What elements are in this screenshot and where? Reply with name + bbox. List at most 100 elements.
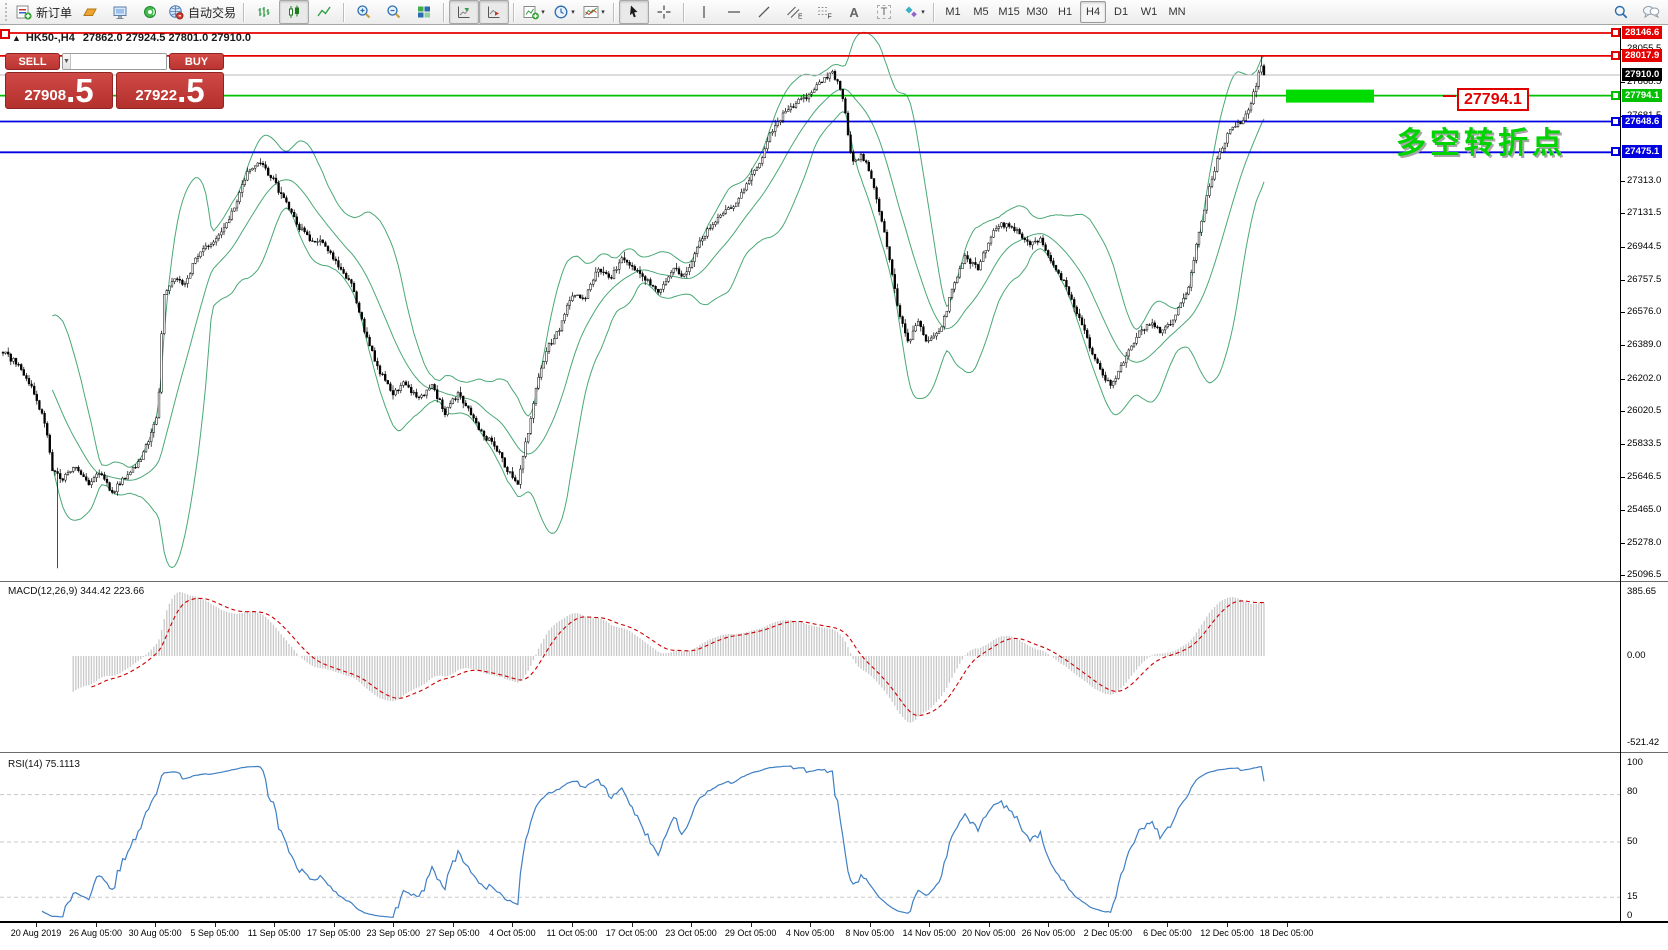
date-tick-label: 12 Dec 05:00 [1200, 928, 1254, 938]
price-chart-canvas[interactable] [0, 28, 1620, 581]
chevron-down-icon[interactable]: ▾ [571, 8, 575, 16]
chevron-down-icon[interactable]: ▾ [601, 8, 605, 16]
macd-axis-label: 385.65 [1627, 586, 1656, 597]
search-button[interactable] [1606, 0, 1636, 24]
volume-input[interactable] [71, 54, 167, 69]
level-line-anchor[interactable] [1611, 117, 1620, 126]
sell-price-panel[interactable]: 27908 .5 [5, 72, 113, 109]
date-tick-mark [393, 923, 394, 927]
date-tick-label: 11 Oct 05:00 [547, 928, 598, 938]
date-tick-label: 17 Sep 05:00 [307, 928, 361, 938]
tile-windows-icon [416, 4, 432, 20]
text-tool-icon: A [849, 5, 858, 20]
date-tick-label: 27 Sep 05:00 [426, 928, 480, 938]
volume-down-button[interactable]: ▼ [63, 54, 71, 69]
price-callout-label[interactable]: 27794.1 [1457, 88, 1529, 111]
date-tick-mark [36, 923, 37, 927]
date-tick-mark [512, 923, 513, 927]
new-chart-button[interactable]: ▾ [519, 0, 549, 24]
tile-windows-button[interactable] [409, 0, 439, 24]
shapes-icon [903, 4, 919, 20]
svg-text:F: F [828, 14, 832, 21]
date-tick-mark [215, 923, 216, 927]
vertical-line-tool-button[interactable] [689, 0, 719, 24]
date-tick-label: 14 Nov 05:00 [902, 928, 956, 938]
chart-shift-button[interactable] [449, 0, 479, 24]
price-tick-label: 25096.5 [1627, 569, 1661, 580]
candlestick-mode-button[interactable] [279, 0, 309, 24]
level-line-anchor[interactable] [1611, 147, 1620, 156]
buy-price-panel[interactable]: 27922 .5 [116, 72, 224, 109]
date-tick-label: 20 Nov 05:00 [962, 928, 1016, 938]
equidistant-channel-tool-button[interactable]: E [779, 0, 809, 24]
chart-area[interactable]: ▲HK50-,H427862.0 27924.5 27801.0 27910.0… [0, 26, 1668, 950]
date-tick-mark [96, 923, 97, 927]
trendline-tool-button[interactable] [749, 0, 779, 24]
rsi-label: RSI(14) 75.1113 [8, 759, 80, 770]
indicators-button[interactable]: ▾ [579, 0, 609, 24]
timeframe-m5[interactable]: M5 [968, 1, 994, 23]
date-tick-label: 5 Sep 05:00 [190, 928, 239, 938]
annotation-text[interactable]: 多空转折点 [1396, 118, 1566, 162]
data-window-button[interactable] [105, 0, 135, 24]
market-watch-button[interactable] [75, 0, 105, 24]
indicators-icon [583, 4, 599, 20]
timeframe-d1[interactable]: D1 [1108, 1, 1134, 23]
level-line-anchor[interactable] [1611, 28, 1620, 37]
horizontal-line-tool-button[interactable] [719, 0, 749, 24]
autotrading-button[interactable]: 自动交易 [165, 0, 239, 24]
timeframe-m30[interactable]: M30 [1024, 1, 1050, 23]
timeframe-h4[interactable]: H4 [1080, 1, 1106, 23]
chevron-down-icon[interactable]: ▾ [541, 8, 545, 16]
new-chart-icon [523, 4, 539, 20]
text-label-tool-button[interactable]: T [869, 0, 899, 24]
zoom-out-button[interactable] [379, 0, 409, 24]
date-tick-label: 26 Nov 05:00 [1022, 928, 1076, 938]
timeframe-w1[interactable]: W1 [1136, 1, 1162, 23]
text-tool-button[interactable]: A [839, 0, 869, 24]
timeframe-h1[interactable]: H1 [1052, 1, 1078, 23]
strategy-tester-button[interactable] [135, 0, 165, 24]
periodicity-button[interactable]: ▾ [549, 0, 579, 24]
level-line-anchor[interactable] [1611, 51, 1620, 60]
price-tick-mark [1620, 213, 1625, 214]
zoom-in-icon [356, 4, 372, 20]
cursor-tool-button[interactable] [619, 0, 649, 24]
level-line-anchor[interactable] [1611, 91, 1620, 100]
zoom-in-button[interactable] [349, 0, 379, 24]
price-tick-mark [1620, 379, 1625, 380]
rsi-panel-canvas[interactable] [0, 755, 1620, 921]
price-tick-mark [1620, 181, 1625, 182]
fibonacci-tool-button[interactable]: F [809, 0, 839, 24]
price-tick-label: 26944.5 [1627, 241, 1661, 252]
crosshair-tool-button[interactable] [649, 0, 679, 24]
line-anchor-marker[interactable] [0, 29, 10, 39]
sell-button[interactable]: SELL [5, 53, 60, 70]
terminal-icon [112, 4, 128, 20]
toolbar-separator [933, 3, 935, 22]
toolbar-separator [443, 3, 445, 22]
price-tick-label: 25833.5 [1627, 438, 1661, 449]
buy-button[interactable]: BUY [169, 53, 224, 70]
timeframe-m1[interactable]: M1 [940, 1, 966, 23]
date-tick-label: 17 Oct 05:00 [606, 928, 658, 938]
auto-scroll-button[interactable] [479, 0, 509, 24]
date-tick-label: 20 Aug 2019 [11, 928, 62, 938]
timeframe-mn[interactable]: MN [1164, 1, 1190, 23]
date-tick-label: 4 Nov 05:00 [786, 928, 835, 938]
chevron-down-icon[interactable]: ▾ [921, 8, 925, 16]
new-order-button[interactable]: 新订单 [13, 0, 75, 24]
line-chart-icon [316, 4, 332, 20]
timeframe-m15[interactable]: M15 [996, 1, 1022, 23]
trendline-icon [756, 4, 772, 20]
arrows-tool-button[interactable]: ▾ [899, 0, 929, 24]
line-chart-mode-button[interactable] [309, 0, 339, 24]
community-chat-button[interactable] [1636, 0, 1666, 24]
macd-panel-canvas[interactable] [0, 584, 1620, 752]
channel-icon: E [786, 4, 802, 20]
date-tick-label: 26 Aug 05:00 [69, 928, 122, 938]
sell-price-main: 27908 [24, 87, 66, 104]
bar-chart-mode-button[interactable] [249, 0, 279, 24]
price-tick-label: 26576.0 [1627, 306, 1661, 317]
date-tick-mark [632, 923, 633, 927]
